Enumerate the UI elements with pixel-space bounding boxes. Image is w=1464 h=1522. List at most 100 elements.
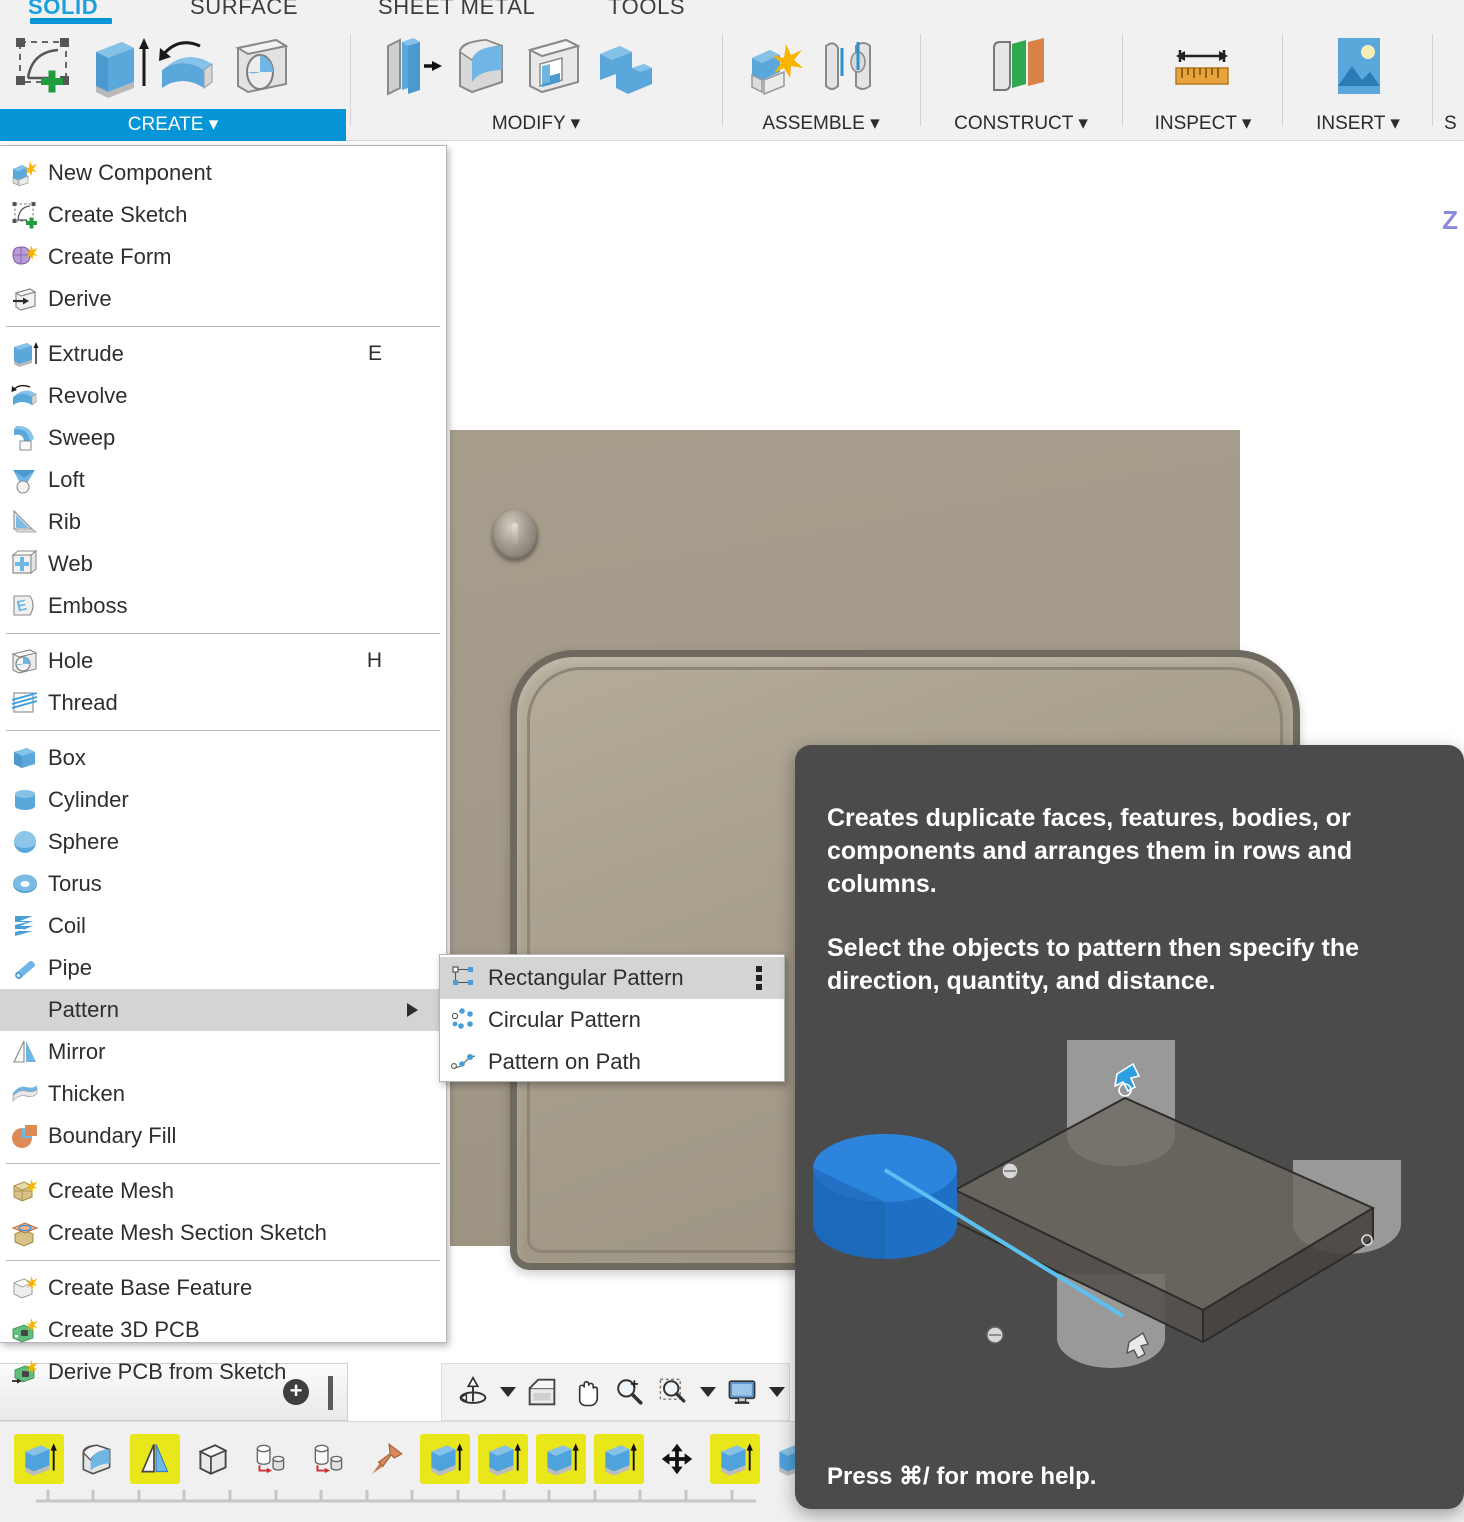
menu-item-create-mesh-section-sketch[interactable]: Create Mesh Section Sketch bbox=[0, 1212, 446, 1254]
panel-construct-label[interactable]: CONSTRUCT ▾ bbox=[926, 112, 1116, 135]
zoom-window-icon[interactable] bbox=[652, 1369, 694, 1415]
menu-item-derive-pcb-from-sketch[interactable]: Derive PCB from Sketch bbox=[0, 1351, 446, 1393]
submenu-item-circular-pattern[interactable]: Circular Pattern bbox=[440, 999, 784, 1041]
menu-item-sweep[interactable]: Sweep bbox=[0, 417, 446, 459]
kebab-menu-icon[interactable] bbox=[756, 966, 762, 990]
menu-item-pattern[interactable]: Pattern bbox=[0, 989, 446, 1031]
extrude-icon[interactable] bbox=[80, 30, 152, 102]
menu-item-mirror[interactable]: Mirror bbox=[0, 1031, 446, 1073]
measure-icon[interactable] bbox=[1166, 30, 1238, 102]
menu-item-rib[interactable]: Rib bbox=[0, 501, 446, 543]
tab-tools[interactable]: TOOLS bbox=[608, 0, 685, 20]
revolve-icon[interactable] bbox=[152, 30, 224, 102]
joint-icon[interactable] bbox=[812, 30, 884, 102]
tab-sheet-metal[interactable]: SHEET METAL bbox=[378, 0, 535, 20]
menu-item-thicken[interactable]: Thicken bbox=[0, 1073, 446, 1115]
menu-item-shortcut: E bbox=[367, 342, 382, 365]
submenu-item-rectangular-pattern[interactable]: Rectangular Pattern bbox=[440, 957, 784, 999]
menu-item-create-form[interactable]: Create Form bbox=[0, 236, 446, 278]
create-dropdown-menu[interactable]: New Component Create Sketch Create Form … bbox=[0, 145, 447, 1384]
boundary-fill-icon bbox=[10, 1121, 40, 1151]
panel-select: S bbox=[1444, 26, 1464, 141]
menu-item-loft[interactable]: Loft bbox=[0, 459, 446, 501]
timeline-item[interactable] bbox=[14, 1434, 64, 1484]
menu-item-thread[interactable]: Thread bbox=[0, 682, 446, 724]
menu-item-sphere[interactable]: Sphere bbox=[0, 821, 446, 863]
timeline-item[interactable] bbox=[594, 1434, 644, 1484]
timeline-item[interactable] bbox=[652, 1434, 702, 1484]
timeline-item[interactable] bbox=[246, 1434, 296, 1484]
menu-item-label: Thread bbox=[48, 690, 118, 715]
tab-surface[interactable]: SURFACE bbox=[190, 0, 298, 20]
panel-select-label[interactable]: S bbox=[1444, 113, 1464, 135]
panel-modify-label[interactable]: MODIFY ▾ bbox=[356, 112, 716, 135]
panel-insert-label[interactable]: INSERT ▾ bbox=[1288, 112, 1428, 135]
menu-item-box[interactable]: Box bbox=[0, 737, 446, 779]
menu-item-cylinder[interactable]: Cylinder bbox=[0, 779, 446, 821]
panel-assemble-label[interactable]: ASSEMBLE ▾ bbox=[728, 112, 914, 135]
pattern-on-path-icon bbox=[450, 1047, 480, 1077]
panel-create-label[interactable]: CREATE ▾ bbox=[0, 109, 346, 141]
menu-item-create-base-feature[interactable]: Create Base Feature bbox=[0, 1267, 446, 1309]
pattern-submenu[interactable]: Rectangular Pattern Circular Pattern Pat… bbox=[439, 954, 785, 1082]
menu-item-torus[interactable]: Torus bbox=[0, 863, 446, 905]
menu-item-web[interactable]: Web bbox=[0, 543, 446, 585]
menu-item-create-mesh[interactable]: Create Mesh bbox=[0, 1170, 446, 1212]
offset-plane-icon[interactable] bbox=[982, 30, 1054, 102]
hole-icon[interactable] bbox=[224, 30, 296, 102]
menu-item-label: Sweep bbox=[48, 425, 116, 450]
orbit-icon[interactable] bbox=[452, 1369, 494, 1415]
menu-item-revolve[interactable]: Revolve bbox=[0, 375, 446, 417]
menu-item-emboss[interactable]: E Emboss bbox=[0, 585, 446, 627]
orbit-caret-icon[interactable] bbox=[499, 1387, 516, 1397]
menu-item-derive[interactable]: Derive bbox=[0, 278, 446, 320]
submenu-item-pattern-on-path[interactable]: Pattern on Path bbox=[440, 1041, 784, 1083]
timeline-item[interactable] bbox=[420, 1434, 470, 1484]
create-sketch-icon[interactable] bbox=[8, 30, 80, 102]
display-settings-caret-icon[interactable] bbox=[769, 1387, 785, 1397]
fillet-icon[interactable] bbox=[446, 30, 518, 102]
menu-item-label: Create Form bbox=[48, 244, 172, 269]
timeline-item[interactable] bbox=[710, 1434, 760, 1484]
shell-icon[interactable] bbox=[518, 30, 590, 102]
chevron-right-icon bbox=[407, 1003, 418, 1017]
zoom-icon[interactable] bbox=[609, 1369, 651, 1415]
menu-item-create-3d-pcb[interactable]: Create 3D PCB bbox=[0, 1309, 446, 1351]
create-3d-pcb-icon bbox=[10, 1315, 40, 1345]
panel-inspect-label[interactable]: INSPECT ▾ bbox=[1128, 112, 1278, 135]
panel-construct-icons bbox=[982, 30, 1054, 102]
timeline-item[interactable] bbox=[188, 1434, 238, 1484]
timeline-item[interactable] bbox=[362, 1434, 412, 1484]
panel-divider-6 bbox=[1432, 34, 1433, 126]
pipe-icon bbox=[10, 953, 40, 983]
menu-item-pipe[interactable]: Pipe bbox=[0, 947, 446, 989]
timeline-item[interactable] bbox=[304, 1434, 354, 1484]
pan-icon[interactable] bbox=[565, 1369, 607, 1415]
menu-item-coil[interactable]: Coil bbox=[0, 905, 446, 947]
timeline-item[interactable] bbox=[130, 1434, 180, 1484]
timeline-item[interactable] bbox=[478, 1434, 528, 1484]
menu-item-hole[interactable]: Hole H bbox=[0, 640, 446, 682]
menu-item-extrude[interactable]: Extrude E bbox=[0, 333, 446, 375]
menu-item-boundary-fill[interactable]: Boundary Fill bbox=[0, 1115, 446, 1157]
menu-item-label: Mirror bbox=[48, 1039, 106, 1064]
create-sketch-icon bbox=[10, 200, 40, 230]
zoom-window-caret-icon[interactable] bbox=[699, 1387, 716, 1397]
tab-solid[interactable]: SOLID bbox=[28, 0, 98, 20]
insert-image-icon[interactable] bbox=[1322, 30, 1394, 102]
tab-solid-underline bbox=[30, 18, 112, 24]
sphere-icon bbox=[10, 827, 40, 857]
panel-assemble: ASSEMBLE ▾ bbox=[728, 26, 914, 141]
timeline-item[interactable] bbox=[536, 1434, 586, 1484]
display-settings-icon[interactable] bbox=[722, 1369, 764, 1415]
menu-item-create-sketch[interactable]: Create Sketch bbox=[0, 194, 446, 236]
look-at-icon[interactable] bbox=[522, 1369, 564, 1415]
new-component-icon[interactable] bbox=[740, 30, 812, 102]
menu-item-label: Emboss bbox=[48, 593, 128, 618]
menu-item-label: Revolve bbox=[48, 383, 128, 408]
navigation-bar[interactable] bbox=[441, 1363, 790, 1421]
combine-icon[interactable] bbox=[590, 30, 662, 102]
menu-item-new-component[interactable]: New Component bbox=[0, 152, 446, 194]
timeline-item[interactable] bbox=[72, 1434, 122, 1484]
press-pull-icon[interactable] bbox=[374, 30, 446, 102]
